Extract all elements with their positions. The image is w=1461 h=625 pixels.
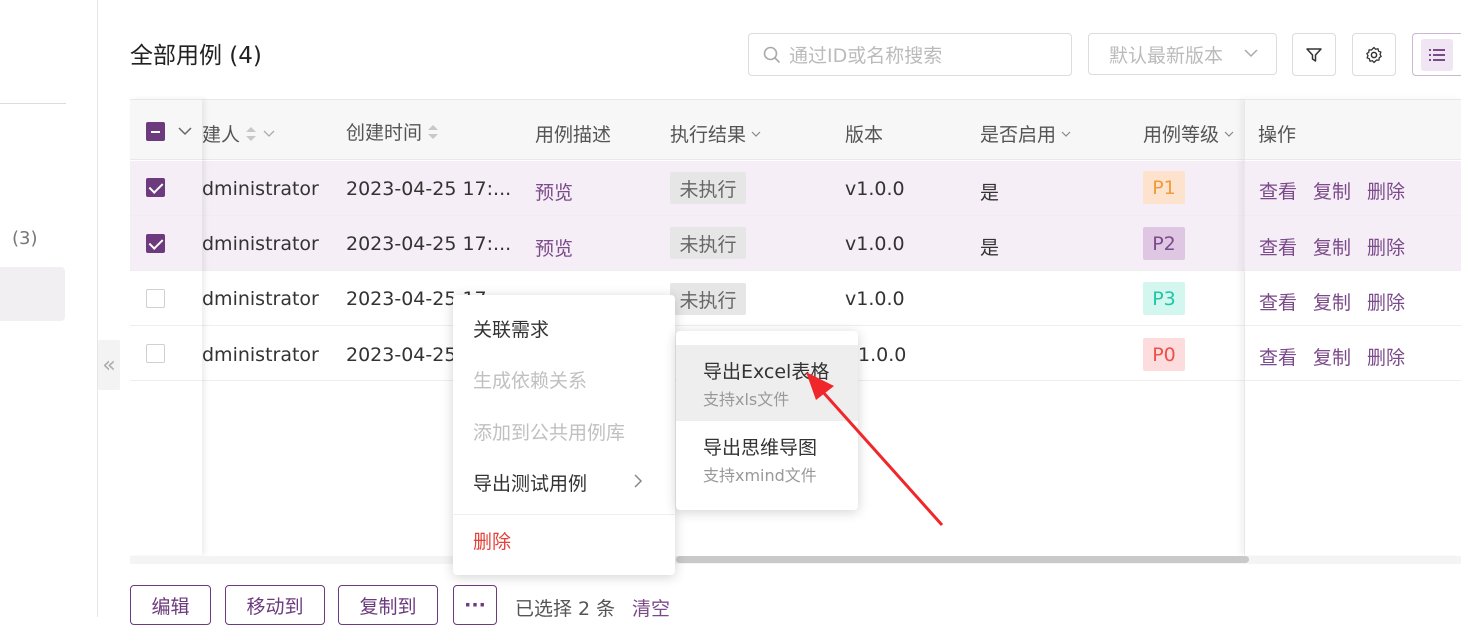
cell-enabled: 是	[980, 237, 1000, 259]
menu-divider	[453, 514, 675, 515]
sidebar-item-active[interactable]	[0, 267, 65, 321]
cell-created-time: 2023-04-25 17:...	[346, 233, 512, 255]
cell-enabled: 是	[980, 182, 1000, 204]
copy-link[interactable]: 复制	[1313, 177, 1351, 204]
delete-link[interactable]: 删除	[1367, 233, 1405, 260]
cell-creator: dministrator	[202, 344, 319, 366]
preview-link[interactable]: 预览	[535, 178, 573, 205]
scrollbar-thumb[interactable]	[676, 556, 1249, 563]
cell-created-time: 2023-04-25 17:...	[346, 178, 512, 200]
column-enabled[interactable]: 是否启用	[980, 120, 1072, 147]
view-link[interactable]: 查看	[1259, 177, 1297, 204]
list-view-inner	[1421, 38, 1453, 71]
fixed-actions-column	[1244, 99, 1461, 555]
annotation-arrow	[806, 372, 944, 527]
page-title: 全部用例 (4)	[130, 43, 262, 69]
search-placeholder: 通过ID或名称搜索	[789, 45, 943, 67]
filter-icon	[1306, 47, 1322, 62]
preview-link[interactable]: 预览	[535, 234, 573, 261]
settings-button[interactable]	[1352, 33, 1396, 76]
menu-item-add-to-public-library[interactable]: 添加到公共用例库	[473, 418, 625, 445]
menu-item-export-cases[interactable]: 导出测试用例	[473, 469, 587, 496]
cell-creator: dministrator	[202, 178, 319, 200]
list-view-button[interactable]	[1412, 33, 1461, 76]
sidebar-divider	[0, 103, 66, 104]
chevron-down-icon	[1061, 131, 1071, 137]
menu-item-link-requirement[interactable]: 关联需求	[473, 315, 549, 342]
column-created-time-label: 创建时间	[346, 122, 423, 144]
list-icon	[1429, 48, 1445, 61]
copy-to-button[interactable]: 复制到	[338, 585, 438, 625]
cell-version: v1.0.0	[845, 288, 905, 310]
column-creator-label: 建人	[202, 124, 241, 146]
search-icon	[763, 46, 781, 63]
status-badge: 未执行	[670, 227, 746, 259]
cell-version: v1.0.0	[845, 178, 905, 200]
cell-creator: dministrator	[202, 233, 319, 255]
priority-badge: P3	[1143, 282, 1185, 315]
sort-icon	[246, 126, 257, 141]
collapse-sidebar-button[interactable]: «	[98, 340, 120, 390]
delete-link[interactable]: 删除	[1367, 177, 1405, 204]
filter-button[interactable]	[1292, 33, 1336, 76]
column-description: 用例描述	[535, 120, 611, 147]
column-result-label: 执行结果	[670, 124, 747, 146]
copy-link[interactable]: 复制	[1313, 288, 1351, 315]
column-result[interactable]: 执行结果	[670, 120, 762, 147]
fixed-left-column	[130, 99, 202, 555]
cell-version: v1.0.0	[845, 233, 905, 255]
chevron-down-icon	[751, 131, 761, 137]
priority-badge: P2	[1143, 227, 1185, 260]
priority-badge: P0	[1143, 338, 1185, 371]
status-badge: 未执行	[670, 172, 746, 204]
sidebar-item-count[interactable]: (3)	[12, 228, 38, 249]
menu-item-generate-dependency[interactable]: 生成依赖关系	[473, 366, 587, 393]
sort-icon	[428, 124, 439, 139]
edit-button[interactable]: 编辑	[130, 585, 211, 625]
column-created-time[interactable]: 创建时间	[346, 118, 440, 145]
chevron-down-icon	[263, 130, 275, 137]
status-badge: 未执行	[670, 283, 746, 315]
column-level-label: 用例等级	[1143, 124, 1220, 146]
column-enabled-label: 是否启用	[980, 124, 1057, 146]
cell-creator: dministrator	[202, 288, 319, 310]
copy-link[interactable]: 复制	[1313, 233, 1351, 260]
cell-created-time: 2023-04-25	[346, 344, 457, 366]
delete-link[interactable]: 删除	[1367, 288, 1405, 315]
delete-link[interactable]: 删除	[1367, 343, 1405, 370]
menu-item-delete[interactable]: 删除	[473, 527, 511, 554]
priority-badge: P1	[1143, 171, 1185, 204]
chevron-down-icon	[1244, 49, 1258, 58]
gear-icon	[1366, 46, 1382, 63]
double-chevron-left-icon: «	[102, 352, 116, 378]
move-to-button[interactable]: 移动到	[225, 585, 325, 625]
export-excel-desc: 支持xls文件	[703, 390, 790, 409]
column-creator[interactable]: 建人	[202, 120, 276, 147]
column-actions: 操作	[1258, 124, 1297, 146]
more-actions-menu: 关联需求 生成依赖关系 添加到公共用例库 导出测试用例 删除	[453, 295, 675, 575]
chevron-down-icon	[1224, 131, 1234, 137]
column-description-label: 用例描述	[535, 124, 612, 146]
version-placeholder: 默认最新版本	[1109, 44, 1224, 67]
column-version: 版本	[845, 120, 883, 147]
search-input[interactable]: 通过ID或名称搜索	[748, 33, 1072, 76]
view-link[interactable]: 查看	[1259, 233, 1297, 260]
view-link[interactable]: 查看	[1259, 288, 1297, 315]
version-select[interactable]: 默认最新版本	[1088, 33, 1277, 75]
column-level[interactable]: 用例等级	[1143, 120, 1235, 147]
more-button[interactable]: ···	[453, 585, 497, 625]
copy-link[interactable]: 复制	[1313, 343, 1351, 370]
column-version-label: 版本	[845, 124, 884, 146]
chevron-right-icon	[634, 474, 643, 488]
view-link[interactable]: 查看	[1259, 343, 1297, 370]
